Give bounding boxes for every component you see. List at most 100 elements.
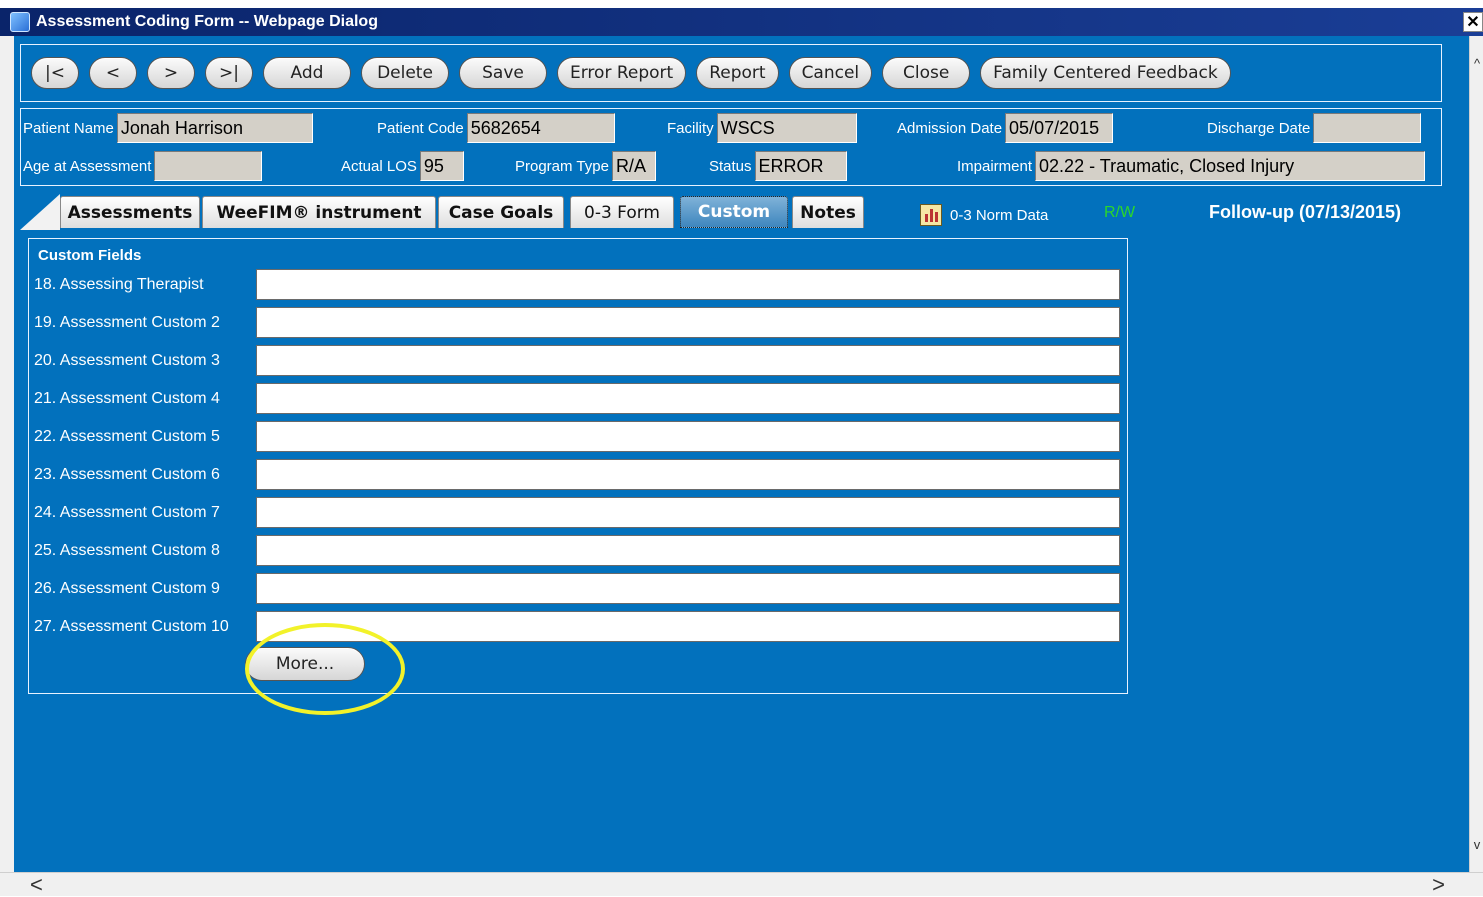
scroll-down-icon[interactable]: v [1470,837,1483,852]
admission-date-label: Admission Date [897,119,1003,137]
custom-field-label: 18. Assessing Therapist [34,275,204,293]
next-record-button[interactable]: > [147,57,195,89]
custom-field-label: 24. Assessment Custom 7 [34,503,220,521]
follow-up-date: Follow-up (07/13/2015) [1209,202,1402,222]
program-type-value: R/A [611,151,656,181]
discharge-date-value [1313,113,1422,143]
custom-field-label: 20. Assessment Custom 3 [34,351,220,369]
age-at-assessment-field: Age at Assessment [23,151,263,181]
custom-field-row: 21. Assessment Custom 4 [34,383,1120,414]
actual-los-field: Actual LOS 95 [341,151,464,181]
custom-field-label: 26. Assessment Custom 9 [34,579,220,597]
assessment-custom-9-input[interactable] [256,573,1120,604]
program-type-label: Program Type [515,157,609,175]
impairment-field: Impairment 02.22 - Traumatic, Closed Inj… [957,151,1426,181]
assessment-custom-6-input[interactable] [256,459,1120,490]
assessment-custom-4-input[interactable] [256,383,1120,414]
custom-field-row: 22. Assessment Custom 5 [34,421,1120,452]
status-label: Status [709,157,752,175]
custom-field-row: 24. Assessment Custom 7 [34,497,1120,528]
discharge-date-field: Discharge Date [1207,113,1422,143]
custom-fields-panel: Custom Fields 18. Assessing Therapist 19… [28,238,1128,715]
admission-date-field: Admission Date 05/07/2015 [897,113,1114,143]
custom-field-row: 27. Assessment Custom 10 [34,611,1120,642]
cancel-button[interactable]: Cancel [788,57,873,89]
assessment-custom-10-input[interactable] [256,611,1120,642]
ie-window-icon [10,12,30,32]
left-frame-edge [0,36,14,872]
tab-assessments[interactable]: Assessments [60,196,200,228]
error-report-button[interactable]: Error Report [557,57,687,89]
custom-field-row: 20. Assessment Custom 3 [34,345,1120,376]
actual-los-label: Actual LOS [341,157,417,175]
scroll-up-icon[interactable]: ^ [1470,56,1483,71]
last-record-button[interactable]: >| [205,57,253,89]
more-button[interactable]: More... [245,647,365,681]
tab-bar-lead [20,194,60,230]
age-at-assessment-label: Age at Assessment [23,157,152,175]
custom-fields-title: Custom Fields [38,247,142,264]
tab-bar: Assessments WeeFIM® instrument Case Goal… [20,194,920,230]
status-field: Status ERROR [709,151,847,181]
assessment-custom-2-input[interactable] [256,307,1120,338]
bar-chart-icon [920,204,942,226]
patient-name-label: Patient Name [23,119,114,137]
scroll-right-icon[interactable]: > [1432,873,1445,897]
dialog-body: |< < > >| Add Delete Save Error Report R… [14,36,1469,872]
assessment-custom-8-input[interactable] [256,535,1120,566]
custom-field-label: 21. Assessment Custom 4 [34,389,220,407]
custom-field-label: 23. Assessment Custom 6 [34,465,220,483]
program-type-field: Program Type R/A [515,151,656,181]
custom-field-label: 25. Assessment Custom 8 [34,541,220,559]
save-button[interactable]: Save [459,57,547,89]
age-at-assessment-value [154,151,263,181]
discharge-date-label: Discharge Date [1207,119,1311,137]
impairment-value: 02.22 - Traumatic, Closed Injury [1035,151,1426,181]
add-button[interactable]: Add [263,57,351,89]
custom-field-row: 26. Assessment Custom 9 [34,573,1120,604]
impairment-label: Impairment [957,157,1033,175]
patient-name-value: Jonah Harrison [116,113,313,143]
custom-field-row: 18. Assessing Therapist [34,269,1120,300]
assessment-custom-7-input[interactable] [256,497,1120,528]
previous-record-button[interactable]: < [89,57,137,89]
first-record-button[interactable]: |< [31,57,79,89]
delete-button[interactable]: Delete [361,57,449,89]
patient-code-value: 5682654 [466,113,615,143]
norm-data-label: 0-3 Norm Data [950,206,1049,224]
custom-field-label: 19. Assessment Custom 2 [34,313,220,331]
family-centered-feedback-button[interactable]: Family Centered Feedback [980,57,1231,89]
tab-case-goals[interactable]: Case Goals [438,196,564,228]
facility-label: Facility [667,119,714,137]
patient-code-label: Patient Code [377,119,464,137]
close-button[interactable]: Close [882,57,971,89]
assessing-therapist-input[interactable] [256,269,1120,300]
custom-field-row: 25. Assessment Custom 8 [34,535,1120,566]
window-close-button[interactable]: ✕ [1463,12,1483,32]
norm-data-link[interactable]: 0-3 Norm Data [920,204,1048,226]
tab-custom[interactable]: Custom [680,196,788,228]
vertical-scrollbar[interactable]: ^ v [1469,36,1483,872]
actual-los-value: 95 [419,151,464,181]
tab-notes[interactable]: Notes [792,196,864,228]
patient-header: Patient Name Jonah Harrison Patient Code… [20,108,1442,186]
patient-code-field: Patient Code 5682654 [377,113,615,143]
close-icon: ✕ [1466,14,1480,31]
assessment-custom-3-input[interactable] [256,345,1120,376]
patient-name-field: Patient Name Jonah Harrison [23,113,313,143]
custom-field-label: 27. Assessment Custom 10 [34,617,229,635]
horizontal-scrollbar[interactable]: < > [0,872,1483,897]
custom-field-row: 23. Assessment Custom 6 [34,459,1120,490]
facility-value: WSCS [716,113,857,143]
assessment-custom-5-input[interactable] [256,421,1120,452]
admission-date-value: 05/07/2015 [1005,113,1114,143]
status-value: ERROR [754,151,847,181]
tab-0-3-form[interactable]: 0-3 Form [570,196,674,228]
toolbar: |< < > >| Add Delete Save Error Report R… [20,44,1442,102]
custom-field-label: 22. Assessment Custom 5 [34,427,220,445]
custom-field-row: 19. Assessment Custom 2 [34,307,1120,338]
tab-weefim-instrument[interactable]: WeeFIM® instrument [202,196,436,228]
scroll-left-icon[interactable]: < [30,873,43,897]
window-titlebar: Assessment Coding Form -- Webpage Dialog… [0,8,1483,36]
report-button[interactable]: Report [696,57,779,89]
